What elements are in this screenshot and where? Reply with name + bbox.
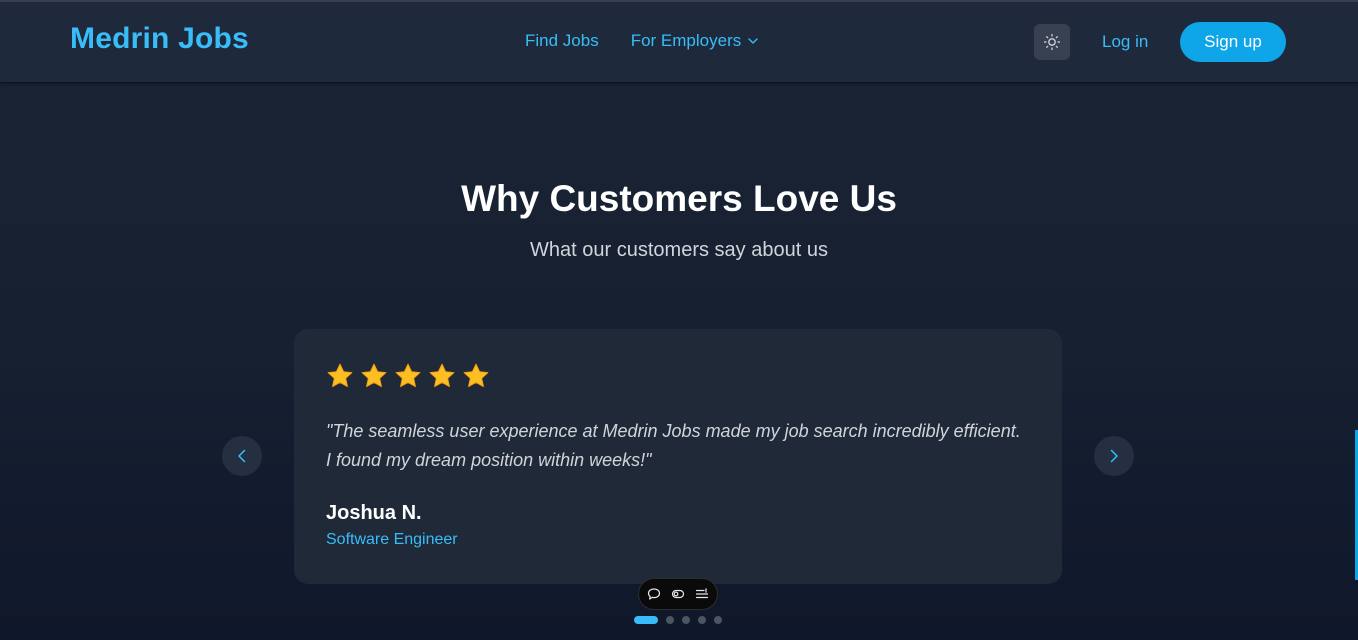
brand-logo[interactable]: Medrin Jobs	[70, 22, 249, 56]
nav-find-jobs[interactable]: Find Jobs	[525, 31, 599, 51]
carousel-dot[interactable]	[714, 616, 722, 624]
star-icon	[463, 363, 489, 388]
comment-icon[interactable]	[647, 587, 661, 601]
site-header: Medrin Jobs Find Jobs For Employers Log …	[0, 2, 1358, 83]
star-rating	[326, 362, 490, 390]
carousel-next-button[interactable]	[1094, 436, 1134, 476]
star-icon	[327, 363, 353, 388]
main-nav: Find Jobs For Employers	[525, 31, 759, 51]
carousel-dot[interactable]	[698, 616, 706, 624]
chevron-right-icon	[1110, 449, 1118, 463]
theme-toggle-button[interactable]	[1034, 24, 1070, 60]
nav-find-jobs-label: Find Jobs	[525, 31, 599, 50]
carousel-prev-button[interactable]	[222, 436, 262, 476]
carousel-pagination	[634, 616, 722, 624]
carousel-dot[interactable]	[666, 616, 674, 624]
login-link[interactable]: Log in	[1102, 32, 1148, 52]
nav-for-employers-dropdown[interactable]: For Employers	[631, 31, 760, 51]
carousel-dot[interactable]	[634, 616, 658, 624]
star-icon	[395, 363, 421, 388]
testimonial-author: Joshua N.	[326, 502, 422, 524]
carousel-dot[interactable]	[682, 616, 690, 624]
testimonial-card: "The seamless user experience at Medrin …	[294, 329, 1062, 584]
star-icon	[429, 363, 455, 388]
section-title: Why Customers Love Us	[461, 178, 897, 219]
section-subtitle: What our customers say about us	[530, 239, 828, 261]
testimonial-role: Software Engineer	[326, 531, 458, 548]
testimonial-quote: "The seamless user experience at Medrin …	[326, 421, 1021, 470]
sun-icon	[1043, 33, 1061, 51]
star-icon	[361, 363, 387, 388]
nav-for-employers-label: For Employers	[630, 31, 742, 50]
chevron-down-icon	[748, 38, 758, 44]
page: Medrin Jobs Find Jobs For Employers Log …	[0, 0, 1358, 640]
toggle-icon[interactable]	[671, 587, 685, 601]
list-settings-icon[interactable]	[695, 587, 709, 601]
signup-button[interactable]: Sign up	[1180, 22, 1286, 62]
chevron-left-icon	[238, 449, 246, 463]
floating-toolbar	[638, 578, 718, 610]
